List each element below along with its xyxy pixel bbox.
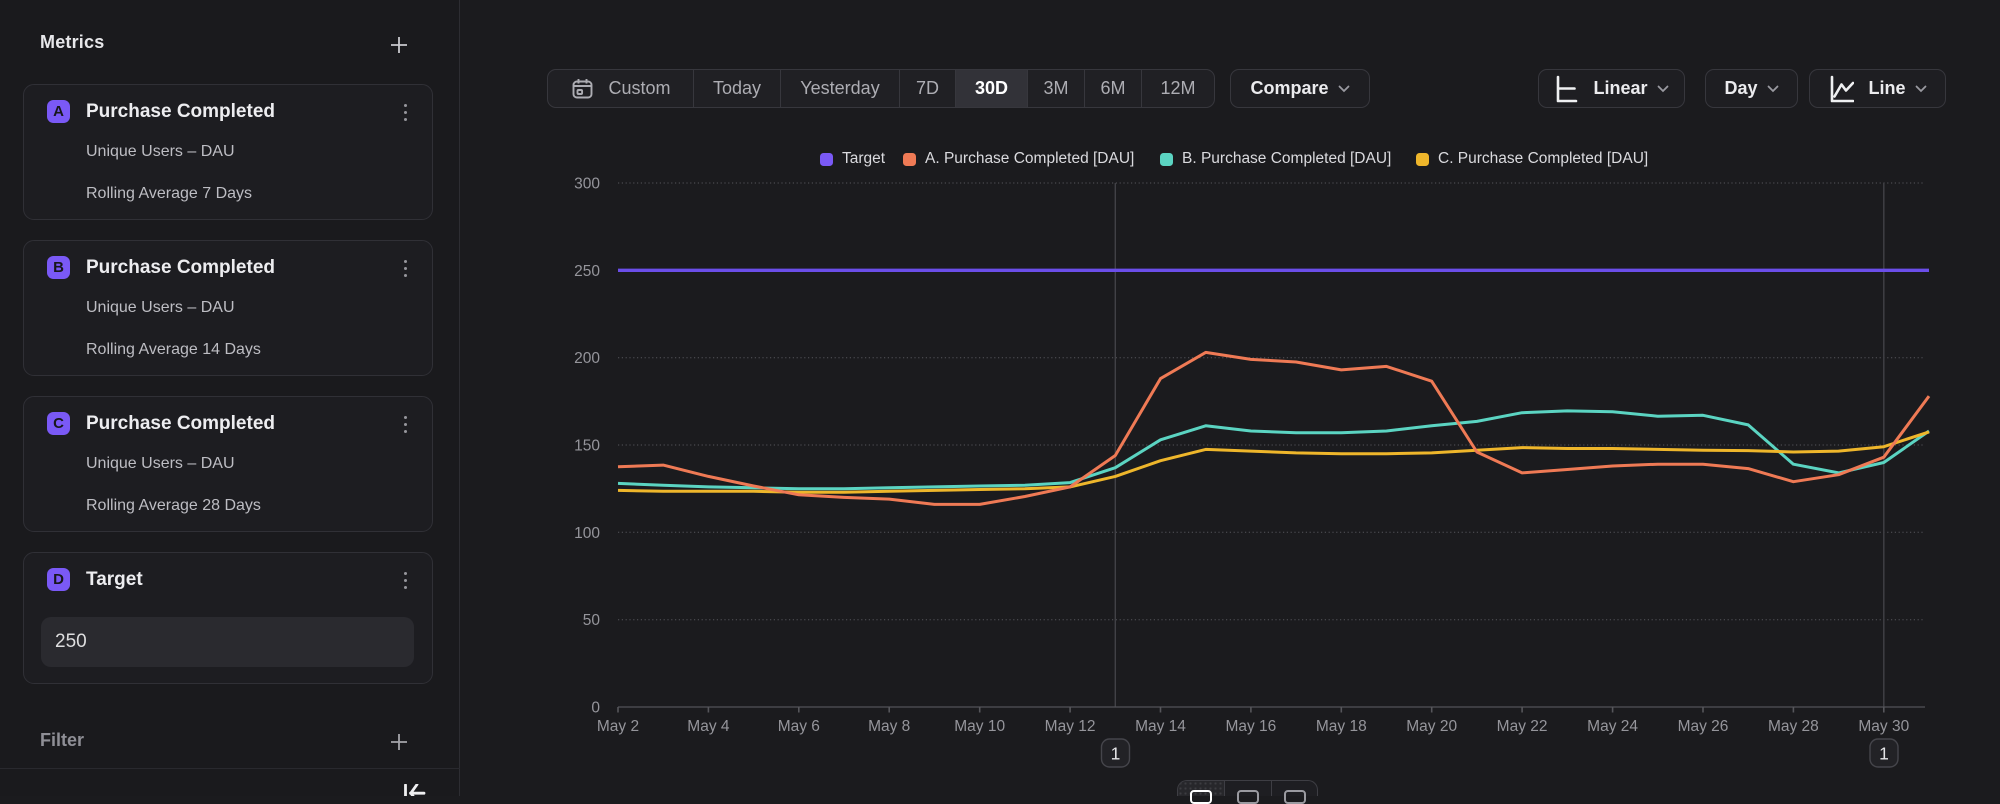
- svg-text:200: 200: [574, 350, 600, 367]
- svg-text:May 4: May 4: [687, 718, 730, 735]
- svg-text:May 28: May 28: [1768, 718, 1819, 735]
- svg-text:May 12: May 12: [1045, 718, 1096, 735]
- svg-text:May 6: May 6: [778, 718, 820, 735]
- svg-text:0: 0: [591, 700, 600, 717]
- svg-text:May 14: May 14: [1135, 718, 1186, 735]
- svg-text:50: 50: [583, 612, 601, 629]
- svg-text:150: 150: [574, 438, 600, 455]
- svg-text:May 10: May 10: [954, 718, 1005, 735]
- svg-text:May 30: May 30: [1858, 718, 1909, 735]
- svg-text:300: 300: [574, 176, 600, 193]
- svg-text:May 8: May 8: [868, 718, 910, 735]
- svg-text:1: 1: [1879, 744, 1889, 764]
- svg-text:May 26: May 26: [1678, 718, 1729, 735]
- svg-text:1: 1: [1111, 744, 1121, 764]
- svg-text:100: 100: [574, 525, 600, 542]
- svg-text:May 2: May 2: [597, 718, 639, 735]
- svg-text:May 20: May 20: [1406, 718, 1457, 735]
- svg-text:250: 250: [574, 263, 600, 280]
- svg-text:May 22: May 22: [1497, 718, 1548, 735]
- svg-text:May 16: May 16: [1225, 718, 1276, 735]
- svg-text:May 18: May 18: [1316, 718, 1367, 735]
- svg-text:May 24: May 24: [1587, 718, 1638, 735]
